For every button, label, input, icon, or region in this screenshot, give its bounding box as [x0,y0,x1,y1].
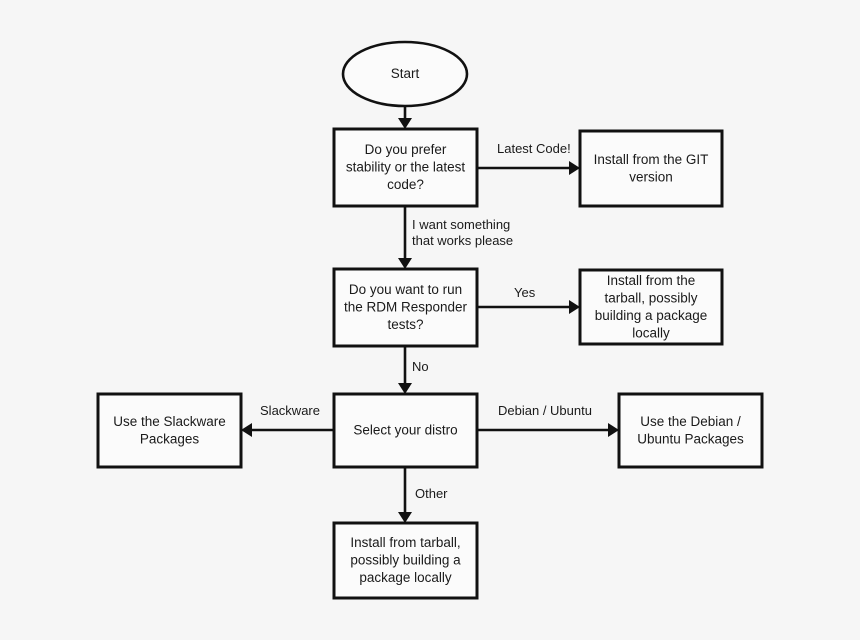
arrow-head-icon [398,258,412,269]
arrow-head-icon [398,383,412,394]
arrow-head-icon [398,512,412,523]
flowchart-diagram: Start Do you prefer stability or the lates… [0,0,860,640]
flow-edge [398,346,412,394]
edge-label: No [412,359,429,374]
edge-label: Yes [514,285,536,300]
flow-node-debian[interactable]: Use the Debian / Ubuntu Packages [617,392,764,469]
flow-edge [398,106,412,129]
flow-node-tarball_tests[interactable]: Install from the tarball, possibly buildin… [578,268,724,346]
nodes-layer: Start Do you prefer stability or the lates… [96,40,764,600]
node-label: Start [391,66,420,81]
arrow-head-icon [569,300,580,314]
edge-label: Debian / Ubuntu [498,403,592,418]
flow-node-git[interactable]: Install from the GIT version [578,129,724,208]
node-label: Select your distro [353,422,457,437]
flow-node-slackware[interactable]: Use the Slackware Packages [96,392,243,469]
edge-label: Latest Code! [497,141,571,156]
flow-edge [241,423,334,437]
flow-node-distro[interactable]: Select your distro [332,392,479,469]
arrow-head-icon [569,161,580,175]
arrow-head-icon [398,118,412,129]
flow-node-start[interactable]: Start [341,40,469,108]
edge-label: Slackware [260,403,320,418]
flow-node-rdm[interactable]: Do you want to run the RDM Responder tests… [332,267,479,348]
flow-edge [477,161,580,175]
flow-edge [398,467,412,523]
edge-label: I want something that works please [412,217,513,248]
flow-edge [477,423,619,437]
edge-label: Other [415,486,448,501]
node-label: Install from tarball, possibly building a… [350,535,461,585]
flow-edge [477,300,580,314]
flow-edge [398,206,412,269]
flow-node-tarball_other[interactable]: Install from tarball, possibly building a… [332,521,479,600]
arrow-head-icon [241,423,252,437]
flow-node-prefer[interactable]: Do you prefer stability or the latest code… [332,127,479,208]
arrow-head-icon [608,423,619,437]
